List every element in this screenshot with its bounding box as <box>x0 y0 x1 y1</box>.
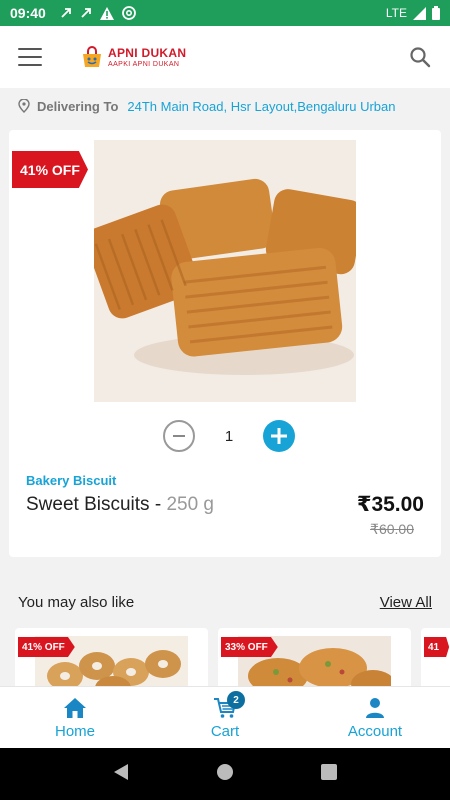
nav-account-label: Account <box>347 723 403 740</box>
product-weight: 250 g <box>166 494 214 515</box>
product-mrp: ₹60.00 <box>370 521 414 537</box>
nav-account[interactable]: Account <box>300 687 450 748</box>
product-category: Bakery Biscuit <box>26 473 117 488</box>
delivery-address[interactable]: 24Th Main Road, Hsr Layout,Bengaluru Urb… <box>127 99 395 114</box>
bottom-navigation: Home 2 Cart Account <box>0 686 450 748</box>
back-icon[interactable] <box>113 763 129 786</box>
delivery-address-bar[interactable]: Delivering To 24Th Main Road, Hsr Layout… <box>0 88 450 124</box>
product-card: 41% OFF 1 Bakery Biscuit Sweet Biscuits … <box>9 130 441 557</box>
app-bar: APNI DUKAN AAPKI APNI DUKAN <box>0 26 450 88</box>
nav-home[interactable]: Home <box>0 687 150 748</box>
decrease-quantity-button[interactable] <box>163 420 195 452</box>
view-all-link[interactable]: View All <box>380 594 432 611</box>
network-type: LTE <box>385 6 407 20</box>
warning-icon <box>99 6 114 20</box>
logo-name: APNI DUKAN <box>108 45 187 60</box>
home-button-icon[interactable] <box>216 763 234 786</box>
recommended-discount-badge: 41% OFF <box>18 637 75 657</box>
app-logo[interactable]: APNI DUKAN AAPKI APNI DUKAN <box>80 45 186 69</box>
quantity-stepper: 1 <box>163 420 295 452</box>
battery-icon <box>432 6 440 20</box>
missed-call-icon <box>61 8 71 18</box>
nav-cart-label: Cart <box>210 723 240 740</box>
search-icon[interactable] <box>408 45 432 69</box>
recents-icon[interactable] <box>320 763 337 785</box>
plus-icon <box>271 428 287 444</box>
logo-tagline: AAPKI APNI DUKAN <box>108 60 180 68</box>
nav-cart[interactable]: 2 Cart <box>150 687 300 748</box>
shopping-bag-logo-icon <box>83 46 101 67</box>
increase-quantity-button[interactable] <box>263 420 295 452</box>
status-time: 09:40 <box>10 5 46 21</box>
quantity-value: 1 <box>224 427 234 445</box>
recommendations-title: You may also like <box>18 594 135 611</box>
status-bar: 09:40 LTE <box>0 0 450 26</box>
home-icon <box>64 698 86 718</box>
cart-count-badge: 2 <box>227 691 245 709</box>
missed-call-icon <box>81 8 91 18</box>
hamburger-menu-icon[interactable] <box>18 48 42 66</box>
product-image <box>85 140 364 402</box>
nav-home-label: Home <box>54 723 95 740</box>
product-title: Sweet Biscuits - <box>26 494 167 515</box>
signal-icon <box>413 6 426 20</box>
recommended-discount-badge: 41 <box>424 637 450 657</box>
discount-badge: 41% OFF <box>12 151 88 188</box>
location-pin-icon <box>18 99 30 113</box>
delivery-label: Delivering To <box>37 98 119 114</box>
minus-icon <box>173 435 185 437</box>
product-name: Sweet Biscuits - 250 g <box>26 493 226 516</box>
at-sign-icon <box>121 6 136 20</box>
product-price: ₹35.00 <box>356 493 424 516</box>
system-navigation-bar <box>0 748 450 800</box>
account-icon <box>366 698 384 718</box>
recommended-discount-badge: 33% OFF <box>221 637 278 657</box>
